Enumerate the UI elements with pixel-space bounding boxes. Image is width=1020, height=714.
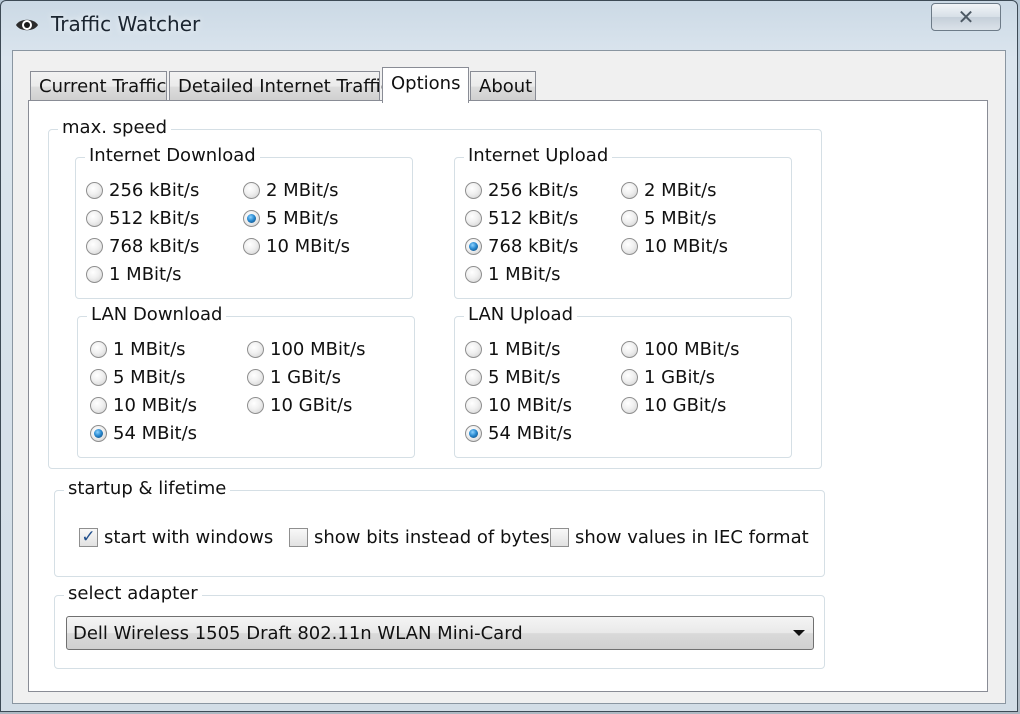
lan-upload-option[interactable]: 1 MBit/s — [465, 339, 561, 360]
radio-button[interactable] — [465, 266, 482, 283]
show-iec-option[interactable]: show values in IEC format — [550, 527, 809, 548]
window-title: Traffic Watcher — [51, 12, 201, 36]
radio-button[interactable] — [621, 397, 638, 414]
show-iec-checkbox[interactable] — [550, 528, 569, 547]
radio-button-selected[interactable] — [90, 425, 107, 442]
internet-upload-option[interactable]: 256 kBit/s — [465, 180, 578, 201]
internet-upload-option[interactable]: 10 MBit/s — [621, 236, 728, 257]
radio-button[interactable] — [621, 369, 638, 386]
radio-button-selected[interactable] — [465, 238, 482, 255]
lan-download-option[interactable]: 54 MBit/s — [90, 423, 197, 444]
lan-upload-option[interactable]: 5 MBit/s — [465, 367, 561, 388]
lan-upload-option[interactable]: 10 MBit/s — [465, 395, 572, 416]
radio-button[interactable] — [465, 182, 482, 199]
close-button[interactable]: ✕ — [931, 3, 1001, 31]
startup-lifetime-label: startup & lifetime — [64, 478, 231, 499]
lan-upload-option[interactable]: 54 MBit/s — [465, 423, 572, 444]
internet-download-label: Internet Download — [85, 145, 260, 166]
select-adapter-label: select adapter — [64, 583, 202, 604]
max-speed-label: max. speed — [58, 117, 172, 138]
radio-button[interactable] — [243, 182, 260, 199]
lan-upload-group: LAN Upload 1 MBit/s 5 MBit/s 10 MBit/s 5… — [454, 304, 792, 458]
lan-download-label: LAN Download — [87, 304, 227, 325]
start-with-windows-checkbox[interactable]: ✓ — [79, 528, 98, 547]
options-page: max. speed Internet Download 256 kBit/s … — [28, 100, 988, 692]
radio-button-selected[interactable] — [465, 425, 482, 442]
adapter-dropdown-value: Dell Wireless 1505 Draft 802.11n WLAN Mi… — [73, 623, 523, 644]
internet-upload-option[interactable]: 2 MBit/s — [621, 180, 717, 201]
radio-button[interactable] — [86, 182, 103, 199]
internet-upload-option[interactable]: 5 MBit/s — [621, 208, 717, 229]
title-bar[interactable]: Traffic Watcher ✕ — [1, 1, 1017, 47]
lan-download-option[interactable]: 10 MBit/s — [90, 395, 197, 416]
lan-download-option[interactable]: 10 GBit/s — [247, 395, 352, 416]
tab-about[interactable]: About — [470, 71, 536, 101]
lan-upload-option[interactable]: 10 GBit/s — [621, 395, 726, 416]
internet-download-option[interactable]: 10 MBit/s — [243, 236, 350, 257]
radio-button[interactable] — [465, 210, 482, 227]
radio-button[interactable] — [465, 341, 482, 358]
lan-upload-label: LAN Upload — [464, 304, 578, 325]
internet-download-option[interactable]: 2 MBit/s — [243, 180, 339, 201]
show-bits-checkbox[interactable] — [289, 528, 308, 547]
internet-upload-option[interactable]: 768 kBit/s — [465, 236, 578, 257]
internet-download-option[interactable]: 5 MBit/s — [243, 208, 339, 229]
tab-current-traffic[interactable]: Current Traffic — [30, 71, 167, 101]
radio-button[interactable] — [243, 238, 260, 255]
internet-upload-option[interactable]: 1 MBit/s — [465, 264, 561, 285]
radio-button[interactable] — [86, 210, 103, 227]
internet-upload-option[interactable]: 512 kBit/s — [465, 208, 578, 229]
lan-download-option[interactable]: 1 GBit/s — [247, 367, 341, 388]
tab-options[interactable]: Options — [382, 67, 469, 103]
lan-upload-option[interactable]: 100 MBit/s — [621, 339, 739, 360]
close-icon: ✕ — [957, 5, 975, 29]
radio-button[interactable] — [465, 369, 482, 386]
internet-download-option[interactable]: 1 MBit/s — [86, 264, 182, 285]
startup-lifetime-group: startup & lifetime ✓ start with windows … — [54, 478, 825, 577]
internet-upload-group: Internet Upload 256 kBit/s 512 kBit/s 76… — [454, 145, 792, 299]
client-area: Current Traffic Detailed Internet Traffi… — [12, 50, 1006, 704]
radio-button-selected[interactable] — [243, 210, 260, 227]
app-window: Traffic Watcher ✕ Current Traffic Detail… — [0, 0, 1018, 712]
lan-download-option[interactable]: 1 MBit/s — [90, 339, 186, 360]
chevron-down-icon[interactable] — [793, 630, 805, 636]
lan-upload-option[interactable]: 1 GBit/s — [621, 367, 715, 388]
internet-download-option[interactable]: 512 kBit/s — [86, 208, 199, 229]
lan-download-option[interactable]: 100 MBit/s — [247, 339, 365, 360]
radio-button[interactable] — [247, 397, 264, 414]
radio-button[interactable] — [465, 397, 482, 414]
internet-download-option[interactable]: 768 kBit/s — [86, 236, 199, 257]
radio-button[interactable] — [621, 210, 638, 227]
lan-download-option[interactable]: 5 MBit/s — [90, 367, 186, 388]
radio-button[interactable] — [621, 182, 638, 199]
radio-button[interactable] — [621, 341, 638, 358]
lan-download-group: LAN Download 1 MBit/s 5 MBit/s 10 MBit/s… — [77, 304, 415, 458]
max-speed-group: max. speed Internet Download 256 kBit/s … — [48, 117, 822, 469]
start-with-windows-option[interactable]: ✓ start with windows — [79, 527, 273, 548]
radio-button[interactable] — [621, 238, 638, 255]
radio-button[interactable] — [86, 238, 103, 255]
radio-button[interactable] — [247, 341, 264, 358]
adapter-dropdown[interactable]: Dell Wireless 1505 Draft 802.11n WLAN Mi… — [66, 616, 814, 650]
eye-icon — [16, 19, 38, 31]
radio-button[interactable] — [86, 266, 103, 283]
tab-detailed-internet-traffic[interactable]: Detailed Internet Traffic — [169, 71, 391, 101]
internet-download-group: Internet Download 256 kBit/s 512 kBit/s … — [75, 145, 413, 299]
radio-button[interactable] — [90, 397, 107, 414]
internet-download-option[interactable]: 256 kBit/s — [86, 180, 199, 201]
radio-button[interactable] — [247, 369, 264, 386]
internet-upload-label: Internet Upload — [464, 145, 613, 166]
radio-button[interactable] — [90, 341, 107, 358]
radio-button[interactable] — [90, 369, 107, 386]
select-adapter-group: select adapter Dell Wireless 1505 Draft … — [54, 583, 825, 669]
show-bits-option[interactable]: show bits instead of bytes — [289, 527, 550, 548]
